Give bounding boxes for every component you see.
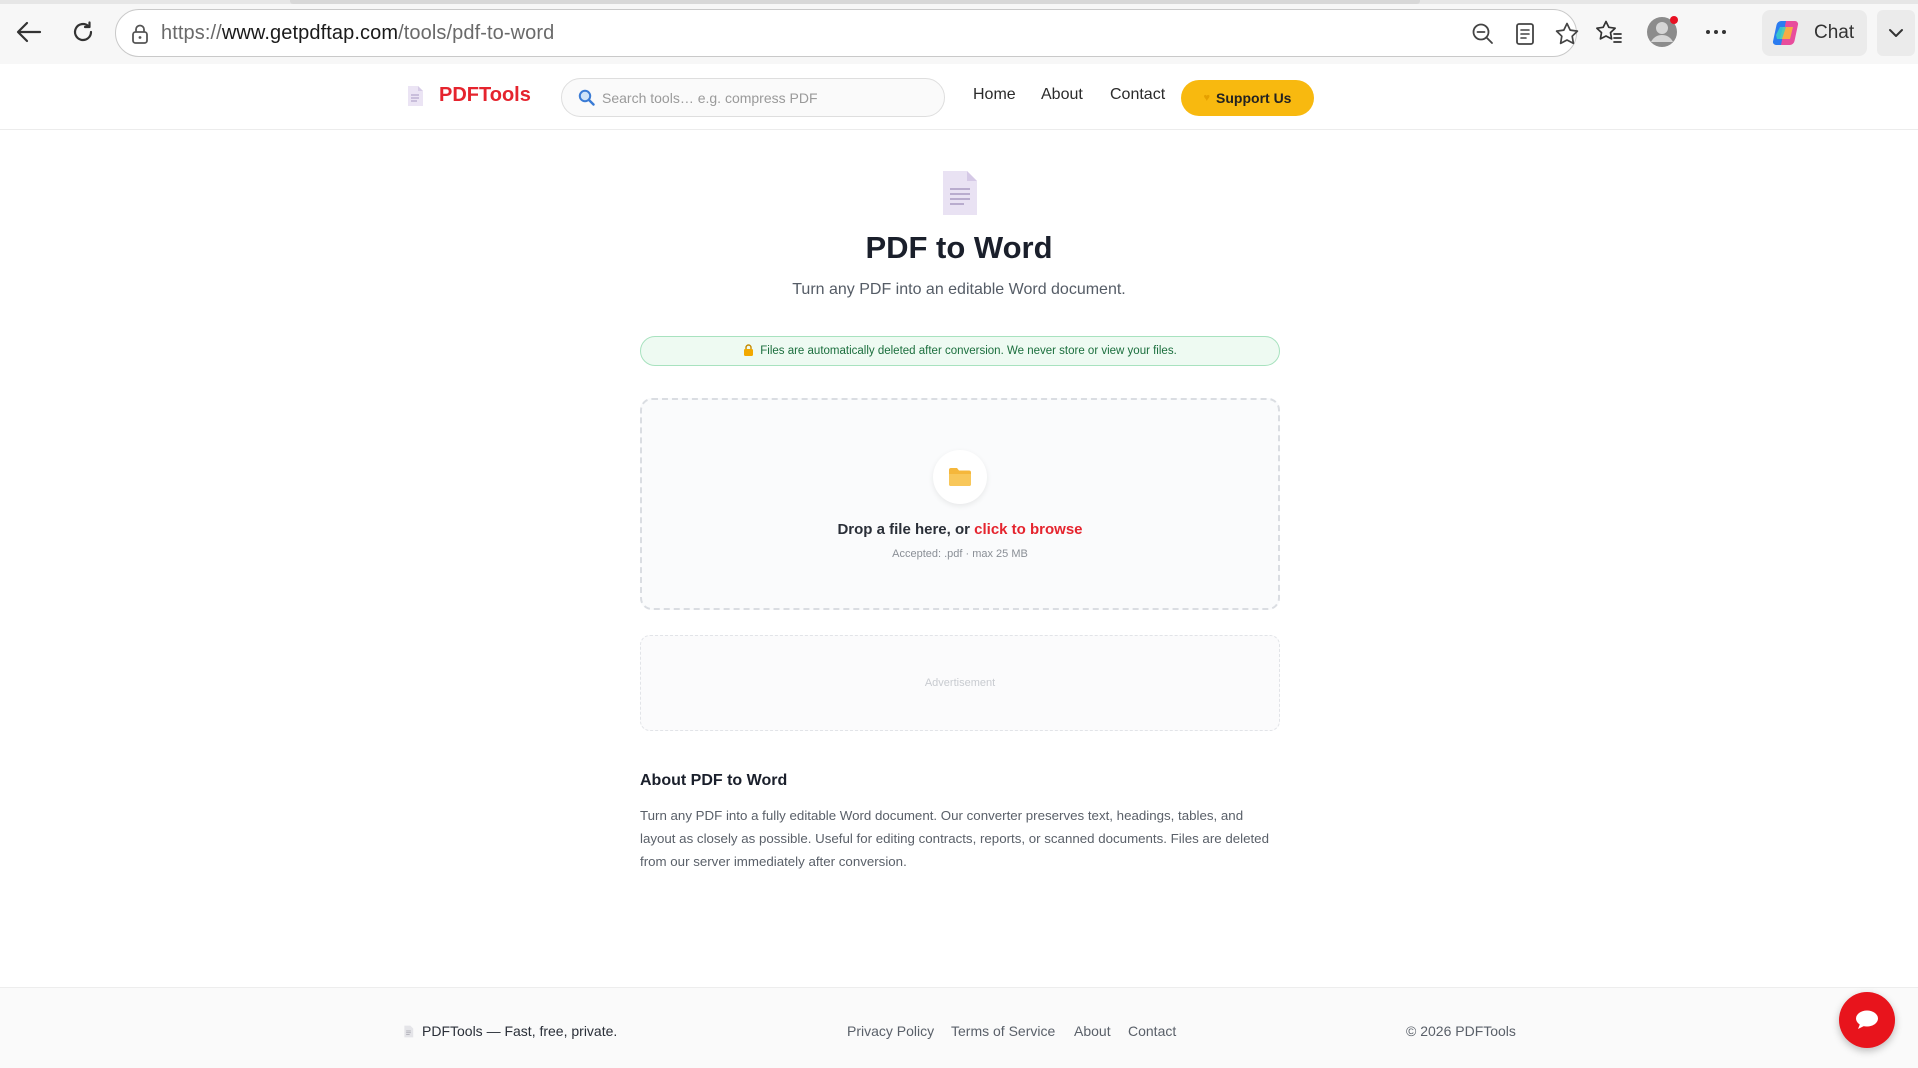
chat-bubble-button[interactable] [1839, 992, 1895, 1048]
copilot-chat-button[interactable]: Chat [1762, 10, 1867, 56]
profile-avatar-icon[interactable] [1644, 14, 1680, 50]
nav-about[interactable]: About [1041, 86, 1083, 104]
lock-icon[interactable] [130, 23, 150, 50]
chat-label: Chat [1814, 22, 1855, 43]
support-label: Support Us [1216, 90, 1292, 106]
url-domain: www.getpdftap.com [221, 22, 399, 44]
site-logo[interactable]: PDFTools [406, 84, 531, 107]
advertisement-slot: Advertisement [640, 635, 1280, 731]
address-bar[interactable]: https://www.getpdftap.com/tools/pdf-to-w… [115, 9, 1580, 57]
active-tab-indicator [290, 0, 1420, 4]
page-title: PDF to Word [865, 230, 1053, 265]
drop-text: Drop a file here, or click to browse [642, 521, 1278, 538]
back-icon[interactable] [11, 14, 47, 50]
site-header: PDFTools Search tools… e.g. compress PDF… [0, 64, 1918, 130]
browse-link[interactable]: click to browse [974, 521, 1082, 538]
refresh-icon[interactable] [65, 14, 101, 50]
support-us-button[interactable]: ♥ Support Us [1181, 80, 1314, 116]
favorite-star-icon[interactable] [1554, 21, 1580, 47]
url-path: /tools/pdf-to-word [398, 22, 555, 44]
chat-bubble-icon [1856, 1010, 1878, 1029]
sidebar-expand-button[interactable] [1877, 10, 1915, 56]
accepted-formats: Accepted: .pdf · max 25 MB [892, 548, 1028, 560]
search-placeholder: Search tools… e.g. compress PDF [602, 90, 818, 106]
nav-home[interactable]: Home [973, 86, 1016, 104]
search-icon [578, 89, 595, 111]
file-dropzone[interactable]: Drop a file here, or click to browse Acc… [640, 398, 1280, 610]
copilot-icon [1772, 19, 1804, 47]
footer-brand: PDFTools — Fast, free, private. [403, 1023, 617, 1039]
folder-icon-wrap [933, 450, 987, 504]
search-input[interactable]: Search tools… e.g. compress PDF [561, 78, 945, 117]
folder-icon [949, 468, 971, 486]
drop-label: Drop a file here, or [837, 521, 975, 538]
reader-mode-icon[interactable] [1512, 21, 1538, 47]
document-logo-icon [404, 1025, 414, 1037]
footer-privacy-link[interactable]: Privacy Policy [847, 1023, 934, 1039]
footer-terms-link[interactable]: Terms of Service [951, 1023, 1055, 1039]
logo-text: PDFTools [439, 84, 531, 106]
about-heading: About PDF to Word [640, 772, 788, 789]
ad-label: Advertisement [924, 677, 996, 689]
footer-copyright: © 2026 PDFTools [1406, 1023, 1516, 1039]
footer-contact-link[interactable]: Contact [1128, 1023, 1176, 1039]
notice-text: Files are automatically deleted after co… [760, 345, 1177, 357]
zoom-out-icon[interactable] [1470, 21, 1496, 47]
chevron-down-icon [1889, 29, 1903, 37]
site-footer: PDFTools — Fast, free, private. Privacy … [0, 987, 1918, 1068]
tab-strip [0, 0, 1918, 4]
heart-icon: ♥ [1203, 92, 1211, 104]
privacy-notice: Files are automatically deleted after co… [640, 336, 1280, 366]
document-icon [940, 169, 980, 222]
about-text: Turn any PDF into a fully editable Word … [640, 808, 1269, 869]
favorites-icon[interactable] [1591, 14, 1627, 50]
page-subtitle: Turn any PDF into an editable Word docum… [792, 281, 1126, 298]
url-text[interactable]: https://www.getpdftap.com/tools/pdf-to-w… [161, 22, 554, 45]
footer-tagline: PDFTools — Fast, free, private. [422, 1023, 618, 1039]
url-prefix: https:// [161, 22, 222, 44]
footer-about-link[interactable]: About [1074, 1023, 1111, 1039]
more-options-icon[interactable] [1698, 14, 1734, 50]
document-logo-icon [408, 85, 423, 106]
lock-icon [743, 343, 754, 359]
browser-toolbar: https://www.getpdftap.com/tools/pdf-to-w… [0, 0, 1918, 64]
nav-contact[interactable]: Contact [1110, 86, 1165, 104]
